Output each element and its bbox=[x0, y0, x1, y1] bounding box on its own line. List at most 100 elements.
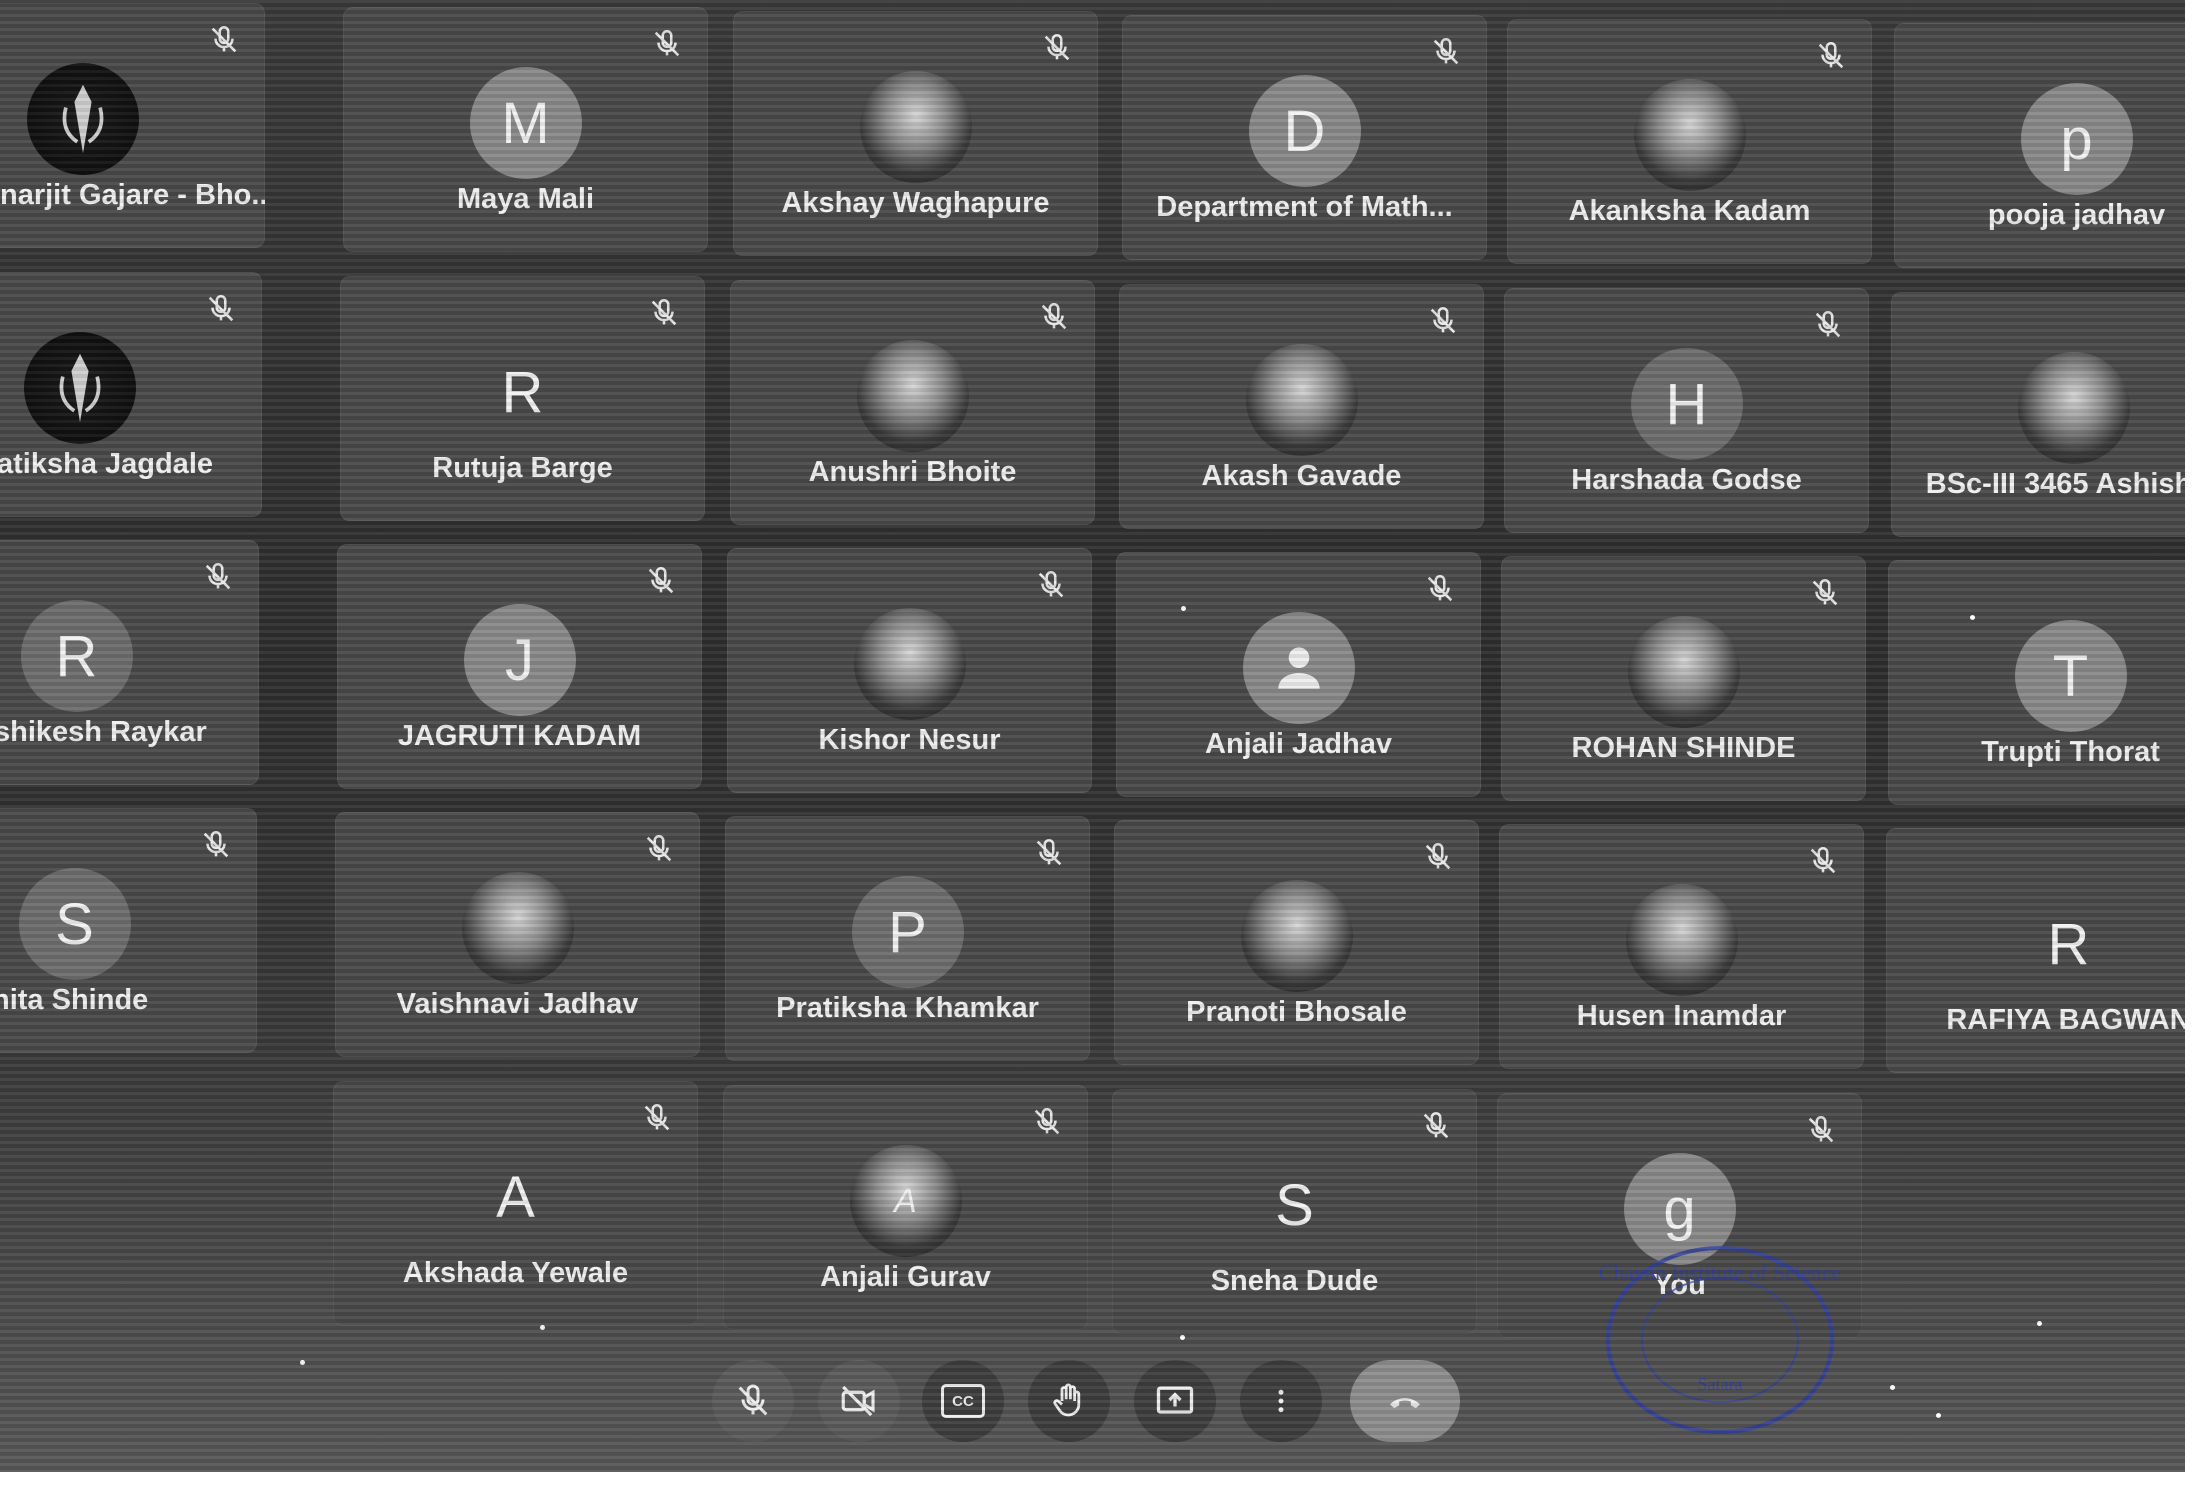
avatar bbox=[461, 872, 574, 984]
participant-name: Maya Mali bbox=[457, 183, 594, 215]
participant-tile[interactable]: atiksha Jagdale bbox=[0, 272, 262, 517]
participant-tile[interactable]: P Pratiksha Khamkar bbox=[725, 816, 1090, 1061]
participant-tile[interactable]: J JAGRUTI KADAM bbox=[337, 544, 702, 789]
avatar-initial: J bbox=[463, 604, 576, 716]
avatar-initial: D bbox=[1248, 75, 1361, 187]
participant-name: JAGRUTI KADAM bbox=[397, 720, 642, 752]
present-screen-button[interactable] bbox=[1134, 1360, 1216, 1442]
participant-tile[interactable]: Pranoti Bhosale bbox=[1114, 820, 1479, 1065]
raise-hand-button[interactable] bbox=[1028, 1360, 1110, 1442]
participant-tile[interactable]: Rshikesh Raykar bbox=[0, 540, 259, 785]
stamp-text: Chavan Institute of Science bbox=[1600, 1260, 1840, 1285]
avatar-initial: H bbox=[1630, 348, 1743, 460]
participant-tile[interactable]: ROHAN SHINDE bbox=[1501, 556, 1866, 801]
avatar-initial: P bbox=[851, 876, 964, 988]
default-person-icon bbox=[1277, 647, 1320, 689]
stamp-subtext: Satara bbox=[1698, 1374, 1743, 1394]
avatar bbox=[1633, 79, 1746, 191]
muted-mic-icon bbox=[203, 830, 229, 858]
muted-mic-icon bbox=[1036, 838, 1062, 866]
avatar bbox=[1240, 880, 1353, 992]
emblem-icon bbox=[62, 84, 103, 154]
scan-noise-dot bbox=[300, 1360, 305, 1365]
scan-noise-dot bbox=[1970, 615, 1975, 620]
muted-mic-icon bbox=[1810, 846, 1836, 874]
participant-name: BSc-III 3465 Ashish B bbox=[1925, 468, 2200, 500]
participant-name: narjit Gajare - Bho... bbox=[0, 179, 265, 211]
avatar bbox=[2017, 352, 2130, 464]
scan-noise-dot bbox=[1936, 1413, 1941, 1418]
muted-mic-icon bbox=[208, 294, 234, 322]
participant-name: Anjali Gurav bbox=[820, 1261, 991, 1293]
muted-mic-icon bbox=[1808, 1115, 1834, 1143]
participant-name: ROHAN SHINDE bbox=[1571, 732, 1796, 764]
avatar bbox=[1627, 616, 1740, 728]
participant-tile[interactable]: BSc-III 3465 Ashish B bbox=[1891, 292, 2200, 537]
muted-mic-icon bbox=[648, 566, 674, 594]
muted-mic-icon bbox=[646, 834, 672, 862]
muted-mic-icon bbox=[654, 29, 680, 57]
avatar-initial: R bbox=[20, 600, 133, 712]
participant-tile[interactable]: Kishor Nesur bbox=[727, 548, 1092, 793]
page-margin-right bbox=[2185, 0, 2200, 1494]
scan-noise-dot bbox=[1180, 1335, 1185, 1340]
participant-name: Husen Inamdar bbox=[1576, 1000, 1787, 1032]
participant-name: Sneha Dude bbox=[1210, 1265, 1379, 1297]
participant-tile[interactable]: R Rutuja Barge bbox=[340, 276, 705, 521]
participant-tile[interactable]: D Department of Math... bbox=[1122, 15, 1487, 260]
participant-tile[interactable]: T Trupti Thorat bbox=[1888, 560, 2200, 805]
participant-name: Akshada Yewale bbox=[402, 1257, 629, 1289]
participant-tile[interactable]: M Maya Mali bbox=[343, 7, 708, 252]
muted-mic-icon bbox=[1427, 574, 1453, 602]
muted-mic-icon bbox=[1044, 33, 1070, 61]
muted-mic-icon bbox=[1041, 302, 1067, 330]
participant-name: atiksha Jagdale bbox=[0, 448, 213, 480]
participant-tile[interactable]: R RAFIYA BAGWAN bbox=[1886, 828, 2200, 1073]
mic-off-button[interactable] bbox=[712, 1360, 794, 1442]
avatar bbox=[26, 63, 139, 175]
participant-tile[interactable]: narjit Gajare - Bho... bbox=[0, 3, 265, 248]
avatar bbox=[1625, 884, 1738, 996]
avatar bbox=[856, 340, 969, 452]
participant-name: pooja jadhav bbox=[1987, 199, 2166, 231]
scan-noise-dot bbox=[1181, 606, 1186, 611]
hand-icon bbox=[1053, 1383, 1081, 1417]
participant-name: Pratiksha Khamkar bbox=[776, 992, 1039, 1024]
participant-name: Pranoti Bhosale bbox=[1186, 996, 1407, 1028]
participant-tile[interactable]: S Sneha Dude bbox=[1112, 1089, 1477, 1334]
muted-mic-icon bbox=[1430, 306, 1456, 334]
participant-tile[interactable]: H Harshada Godse bbox=[1504, 288, 1869, 533]
emblem-icon bbox=[59, 353, 100, 423]
participant-name: Trupti Thorat bbox=[1981, 736, 2160, 768]
institute-stamp: Chavan Institute of Science Satara bbox=[1600, 1246, 1840, 1434]
cc-label: CC bbox=[952, 1392, 974, 1410]
participant-tile[interactable]: Akanksha Kadam bbox=[1507, 19, 1872, 264]
leave-call-button[interactable] bbox=[1350, 1360, 1460, 1442]
muted-mic-icon bbox=[644, 1103, 670, 1131]
participant-name: Rutuja Barge bbox=[432, 452, 613, 484]
participant-tile[interactable]: p pooja jadhav bbox=[1894, 23, 2200, 268]
cc-icon: CC bbox=[941, 1384, 985, 1418]
participant-tile[interactable]: Vaishnavi Jadhav bbox=[335, 812, 700, 1057]
camera-off-button[interactable] bbox=[818, 1360, 900, 1442]
participant-tile[interactable]: Snita Shinde bbox=[0, 808, 257, 1053]
meeting-screen-photo: narjit Gajare - Bho... M Maya Mali Akshay W… bbox=[0, 0, 2200, 1494]
participant-tile[interactable]: A Akshada Yewale bbox=[333, 1081, 698, 1326]
avatar bbox=[859, 71, 972, 183]
more-options-button[interactable] bbox=[1240, 1360, 1322, 1442]
participant-tile[interactable]: Akshay Waghapure bbox=[733, 11, 1098, 256]
muted-mic-icon bbox=[1423, 1111, 1449, 1139]
participant-name: Harshada Godse bbox=[1571, 464, 1802, 496]
avatar-initial: R bbox=[501, 359, 544, 425]
participant-name: nita Shinde bbox=[0, 984, 149, 1016]
participant-name: Vaishnavi Jadhav bbox=[396, 988, 639, 1020]
participant-tile[interactable]: Anushri Bhoite bbox=[730, 280, 1095, 525]
muted-mic-icon bbox=[1433, 37, 1459, 65]
muted-mic-icon bbox=[1818, 41, 1844, 69]
participant-tile[interactable]: A Anjali Gurav bbox=[723, 1085, 1088, 1330]
participant-tile[interactable]: Akash Gavade bbox=[1119, 284, 1484, 529]
participant-tile[interactable]: Anjali Jadhav bbox=[1116, 552, 1481, 797]
muted-mic-icon bbox=[1034, 1107, 1060, 1135]
participant-tile[interactable]: Husen Inamdar bbox=[1499, 824, 1864, 1069]
captions-button[interactable]: CC bbox=[922, 1360, 1004, 1442]
